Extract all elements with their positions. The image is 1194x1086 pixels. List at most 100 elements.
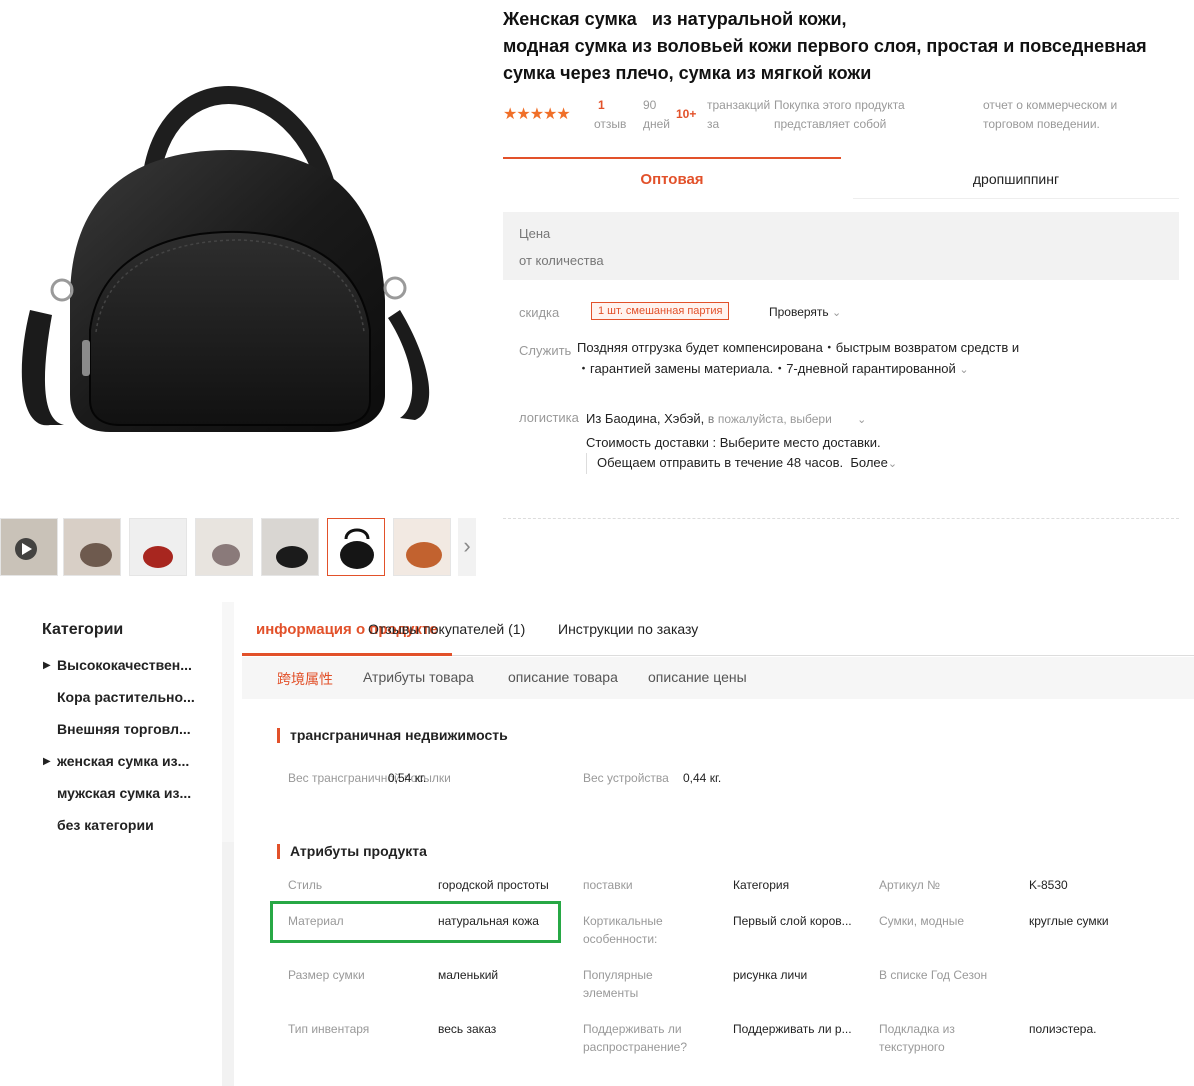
attr-value: 0,54 кг. [388, 771, 427, 785]
report-note-2: торговом поведении. [983, 117, 1100, 131]
categories-heading: Категории [42, 621, 124, 638]
more-link[interactable]: Более [850, 455, 888, 470]
ship-from: Из Баодина, Хэбэй, [586, 411, 705, 426]
divider [503, 518, 1179, 519]
attr-value: маленький [438, 968, 499, 982]
tab-dropshipping[interactable]: дропшиппинг [853, 157, 1179, 199]
categories-panel: Категории ▶ Высококачествен... Кора раст… [0, 602, 222, 1086]
caret-right-icon: ▶ [43, 660, 51, 671]
title-line-3: сумка через плечо, сумка из мягкой кожи [503, 63, 872, 83]
thumbnail-strip: › [0, 518, 480, 578]
highlight-box [270, 901, 561, 943]
mixed-batch-badge: 1 шт. смешанная партия [591, 302, 730, 320]
attr-value: городской простоты [438, 878, 549, 892]
chevron-down-icon: ⌄ [857, 414, 867, 426]
chevron-down-icon: ⌄ [832, 307, 842, 319]
shipping-promise: Обещаем отправить в течение 48 часов. [597, 455, 844, 470]
handbag-illustration [21, 86, 430, 432]
attr-value: Поддерживать ли р... [733, 1022, 852, 1036]
attr-value: весь заказ [438, 1022, 497, 1036]
attr-key: Артикул № [879, 878, 940, 892]
attr-key: Вес трансграничной посылки [288, 771, 451, 785]
attr-value: K-8530 [1029, 878, 1068, 892]
category-item[interactable]: Кора растительно... [57, 689, 207, 705]
subtab-attributes[interactable]: Атрибуты товара [363, 669, 474, 685]
attr-value: Категория [733, 878, 790, 892]
main-product-image[interactable] [0, 0, 470, 505]
attr-value: 0,44 кг. [683, 771, 722, 785]
subtab-cross-border[interactable]: 跨境属性 [277, 669, 333, 689]
thumbnail-2[interactable] [63, 518, 121, 576]
attr-key: Вес устройства [583, 771, 669, 785]
reviews-label: отзыв [594, 117, 627, 131]
days-number: 90 [643, 98, 657, 112]
attr-key: Подкладка из текстурного [879, 1022, 955, 1054]
title-line-1a: Женская сумка [503, 9, 637, 29]
transactions-label-2: за [707, 117, 720, 131]
thumbnail-7[interactable] [393, 518, 451, 576]
chevron-down-icon: ⌄ [887, 458, 898, 470]
attr-value: рисунка личи [733, 968, 808, 982]
days-label: дней [643, 117, 671, 131]
transactions-count: 10+ [676, 107, 697, 121]
attr-key: Кортикальные особенности: [583, 914, 663, 946]
transactions-label-1: транзакций [707, 98, 771, 112]
ship-to-placeholder: пожалуйста, выбери [717, 412, 832, 426]
purchase-note-1: Покупка этого продукта [774, 98, 905, 112]
purchase-mode-tabs: Оптовая дропшиппинг [503, 157, 1179, 199]
category-item[interactable]: Высококачествен... [57, 657, 207, 673]
panel-separator-top [222, 602, 234, 842]
category-item[interactable]: женская сумка из... [57, 753, 207, 769]
price-label: Цена [519, 226, 551, 241]
purchase-note-2: представляет собой [774, 117, 887, 131]
thumbnail-video[interactable] [0, 518, 58, 576]
attr-key: Стиль [288, 878, 323, 892]
thumbnail-6-selected[interactable] [327, 518, 385, 576]
cross-border-heading: трансграничная недвижимость [277, 728, 508, 743]
title-line-1b: из натуральной кожи, [651, 9, 847, 29]
product-detail-tabs: информация о продукте Отзывы покупателей… [242, 606, 1194, 656]
thumbnail-5[interactable] [261, 518, 319, 576]
attr-key: В списке Год Сезон [879, 968, 988, 982]
thumbnail-3[interactable] [129, 518, 187, 576]
service-line-2-row[interactable]: ・гарантией замены материала.・7-дневной г… [577, 359, 969, 380]
category-item[interactable]: Внешняя торговл... [57, 721, 207, 737]
product-meta: ★★★★★ 1 отзыв 90 дней 10+ транзакций за … [503, 96, 1193, 136]
product-title: Женская сумка из натуральной кожи, модна… [503, 6, 1193, 87]
check-dropdown[interactable]: Проверять ⌄ [769, 302, 841, 323]
active-tab-underline [242, 653, 452, 656]
subtab-price-description[interactable]: описание цены [648, 669, 747, 685]
chevron-right-icon: › [463, 533, 471, 558]
reviews-count[interactable]: 1 [598, 96, 605, 115]
ship-from-row[interactable]: Из Баодина, Хэбэй, в пожалуйста, выбери … [586, 409, 866, 430]
report-note-1: отчет о коммерческом и [983, 98, 1118, 112]
attr-key: Размер сумки [288, 968, 365, 982]
tab-order-instructions[interactable]: Инструкции по заказу [558, 621, 698, 637]
next-thumbnail-button[interactable]: › [458, 518, 476, 576]
subtab-description[interactable]: описание товара [508, 669, 618, 685]
shipping-cost: Стоимость доставки : Выберите место дост… [586, 435, 881, 450]
category-item[interactable]: без категории [57, 817, 207, 833]
logistics-label: логистика [519, 410, 579, 425]
rating-stars-icon: ★★★★★ [503, 106, 571, 123]
ship-to-prefix: в [707, 412, 715, 426]
shipping-promise-row: Обещаем отправить в течение 48 часов. Бо… [586, 453, 897, 474]
attr-value: полиэстера. [1029, 1022, 1097, 1036]
service-label: Служить [519, 343, 572, 358]
attr-key: Популярные элементы [583, 968, 653, 1000]
service-line-1: Поздняя отгрузка будет компенсирована・бы… [577, 340, 1020, 355]
thumbnail-4[interactable] [195, 518, 253, 576]
play-icon [15, 538, 37, 560]
attr-key: Поддерживать ли распространение? [583, 1022, 688, 1054]
tab-wholesale[interactable]: Оптовая [503, 157, 841, 199]
attr-key: поставки [583, 878, 633, 892]
attributes-heading: Атрибуты продукта [277, 844, 427, 859]
service-line-2: ・гарантией замены материала.・7-дневной г… [577, 361, 956, 376]
title-line-2: модная сумка из воловьей кожи первого сл… [503, 36, 1147, 56]
tab-reviews[interactable]: Отзывы покупателей (1) [368, 621, 525, 637]
price-box: Цена от количества [503, 212, 1179, 280]
category-item[interactable]: мужская сумка из... [57, 785, 207, 801]
quantity-label: от количества [519, 253, 604, 268]
discount-label: скидка [519, 305, 560, 320]
attribute-subtabs: 跨境属性 Атрибуты товара описание товара опи… [242, 657, 1194, 699]
